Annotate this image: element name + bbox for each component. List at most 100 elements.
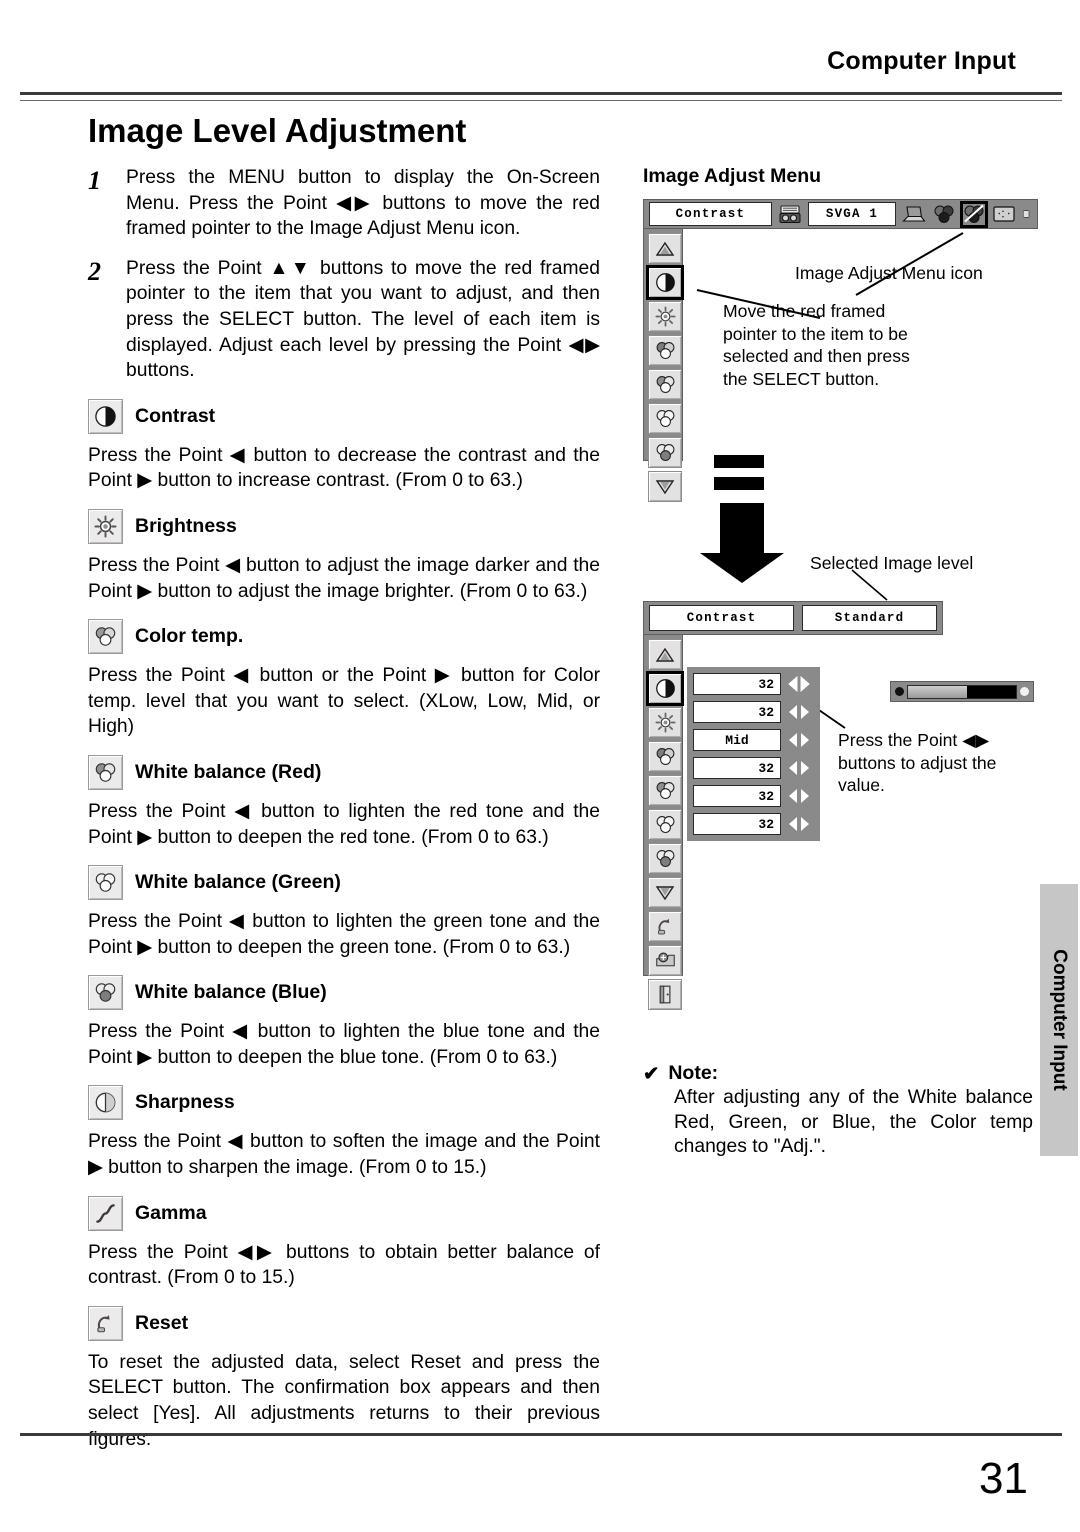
slider-remainder: [967, 685, 1016, 698]
setting-icon[interactable]: [1022, 203, 1032, 226]
image-select-icon[interactable]: [932, 203, 956, 226]
osd-item-label: Contrast: [649, 202, 772, 226]
value-field[interactable]: 32: [693, 701, 781, 723]
value-row: 32: [693, 785, 812, 807]
callout-adjust-value: Press the Point ◀▶ buttons to adjust the…: [838, 730, 997, 795]
side-tab: Computer Input: [1040, 884, 1078, 1156]
white-balance-green-icon[interactable]: [648, 809, 682, 840]
section-heading-color-temp: Color temp.: [88, 619, 600, 655]
quit-icon[interactable]: [648, 979, 682, 1010]
contrast-icon[interactable]: [646, 265, 684, 300]
osd-source-label: SVGA 1: [807, 202, 897, 226]
computer-icon[interactable]: [902, 203, 926, 226]
color-temp-icon[interactable]: [648, 335, 682, 366]
white-balance-red-icon[interactable]: [648, 775, 682, 806]
left-right-arrows-icon[interactable]: [786, 703, 812, 721]
left-right-arrows-icon[interactable]: [786, 787, 812, 805]
page-title: Image Level Adjustment: [88, 112, 467, 149]
step-text: Press the MENU button to display the On-…: [126, 167, 600, 240]
section-body: Press the Point ◀ button to lighten the …: [88, 911, 600, 958]
color-temp-icon: [88, 619, 123, 655]
level-slider[interactable]: [890, 681, 1034, 702]
page-header-title: Computer Input: [827, 47, 1016, 75]
section-title: White balance (Green): [135, 871, 341, 894]
slider-track[interactable]: [907, 684, 1017, 699]
image-adjust-icon[interactable]: [960, 200, 989, 228]
brightness-icon[interactable]: [648, 707, 682, 738]
section-heading-brightness: Brightness: [88, 508, 600, 544]
step-number: 2: [88, 256, 101, 286]
section-body: Press the Point ◀ button to adjust the i…: [88, 554, 600, 602]
scroll-up-icon[interactable]: [648, 233, 682, 264]
flow-arrow-icon: [700, 455, 784, 590]
reset-icon[interactable]: [648, 911, 682, 942]
section-title: Reset: [135, 1311, 189, 1334]
section-title: White balance (Red): [135, 760, 322, 783]
white-balance-blue-icon[interactable]: [648, 437, 682, 468]
section-title: Brightness: [135, 514, 237, 537]
sharpness-icon: [88, 1085, 123, 1121]
value-field[interactable]: 32: [693, 757, 781, 779]
value-field[interactable]: 32: [693, 813, 781, 835]
section-heading-sharpness: Sharpness: [88, 1085, 600, 1121]
value-field[interactable]: Mid: [693, 729, 781, 751]
screen-icon[interactable]: [992, 203, 1016, 226]
osd-item-label: Contrast: [649, 605, 794, 631]
scroll-down-icon[interactable]: [648, 471, 682, 502]
step-text: Press the Point ▲▼ buttons to move the r…: [126, 257, 600, 382]
white-balance-blue-icon[interactable]: [648, 843, 682, 874]
contrast-icon: [88, 398, 123, 434]
callout-selected-level: Selected Image level: [810, 553, 974, 573]
section-title: Sharpness: [135, 1091, 235, 1114]
side-tab-label: Computer Input: [1049, 949, 1070, 1091]
section-body: Press the Point ◀ button or the Point ▶ …: [88, 665, 600, 738]
section-heading-white-balance-green: White balance (Green): [88, 865, 600, 901]
contrast-icon[interactable]: [646, 671, 684, 706]
document-page: Computer Input Image Level Adjustment 1 …: [0, 0, 1080, 1532]
section-title: White balance (Blue): [135, 981, 327, 1004]
check-icon: ✔: [643, 1063, 660, 1085]
value-field[interactable]: 32: [693, 673, 781, 695]
white-balance-red-icon: [88, 754, 123, 790]
value-row: 32: [693, 673, 812, 695]
white-balance-green-icon[interactable]: [648, 403, 682, 434]
section-heading-contrast: Contrast: [88, 398, 600, 434]
section-heading-gamma: Gamma: [88, 1195, 600, 1231]
osd-side-icon-bar: [643, 229, 684, 502]
left-right-arrows-icon[interactable]: [786, 815, 812, 833]
section-body: Press the Point ◀ button to soften the i…: [88, 1131, 600, 1179]
header-rule: [20, 92, 1062, 101]
slider-right-dot-icon: [1020, 687, 1029, 696]
left-right-arrows-icon[interactable]: [786, 675, 812, 693]
callout-menu-icon: Image Adjust Menu icon: [795, 263, 983, 283]
step-1: 1 Press the MENU button to display the O…: [88, 165, 600, 242]
note-heading: ✔ Note:: [643, 1062, 1033, 1086]
white-balance-red-icon[interactable]: [648, 369, 682, 400]
value-field[interactable]: 32: [693, 785, 781, 807]
store-icon[interactable]: [648, 945, 682, 976]
system-icon[interactable]: [778, 203, 802, 226]
scroll-up-icon[interactable]: [648, 639, 682, 670]
osd-top-bar: Contrast SVGA 1: [643, 199, 1038, 229]
value-row: 32: [693, 701, 812, 723]
white-balance-green-icon: [88, 865, 123, 901]
scroll-down-icon[interactable]: [648, 877, 682, 908]
step-2: 2 Press the Point ▲▼ buttons to move the…: [88, 256, 600, 384]
page-number: 31: [979, 1454, 1028, 1503]
brightness-icon[interactable]: [648, 301, 682, 332]
section-heading-white-balance-blue: White balance (Blue): [88, 975, 600, 1011]
color-temp-icon[interactable]: [648, 741, 682, 772]
value-row: 32: [693, 757, 812, 779]
value-row: 32: [693, 813, 812, 835]
osd-bottom-bar: Contrast Standard: [643, 601, 943, 635]
note-label: Note:: [668, 1062, 719, 1084]
left-right-arrows-icon[interactable]: [786, 759, 812, 777]
section-body: Press the Point ◀ button to decrease the…: [88, 444, 600, 492]
callout-move-pointer: Move the red framed pointer to the item …: [723, 301, 910, 389]
slider-left-dot-icon: [895, 687, 904, 696]
left-column: 1 Press the MENU button to display the O…: [88, 165, 600, 1454]
white-balance-blue-icon: [88, 975, 123, 1011]
osd-side-icon-bar: [643, 635, 684, 1010]
left-right-arrows-icon[interactable]: [786, 731, 812, 749]
section-title: Gamma: [135, 1201, 207, 1224]
